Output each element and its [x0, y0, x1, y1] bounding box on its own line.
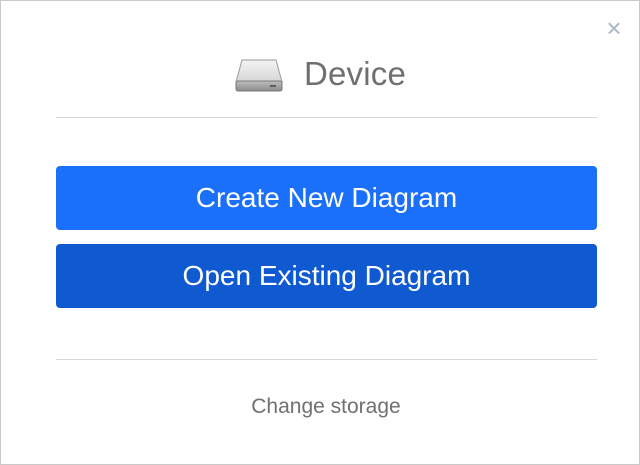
- open-existing-diagram-button[interactable]: Open Existing Diagram: [56, 244, 597, 308]
- close-icon[interactable]: ×: [604, 15, 624, 41]
- hard-drive-icon: [235, 59, 283, 92]
- storage-dialog: × Device Create New Diagram Open Existin…: [0, 0, 640, 465]
- footer-divider: [56, 359, 597, 360]
- header-divider: [56, 117, 597, 118]
- create-new-diagram-button[interactable]: Create New Diagram: [56, 166, 597, 230]
- dialog-title: Device: [303, 55, 407, 92]
- dialog-header: Device: [1, 49, 639, 99]
- change-storage-link[interactable]: Change storage: [1, 395, 640, 419]
